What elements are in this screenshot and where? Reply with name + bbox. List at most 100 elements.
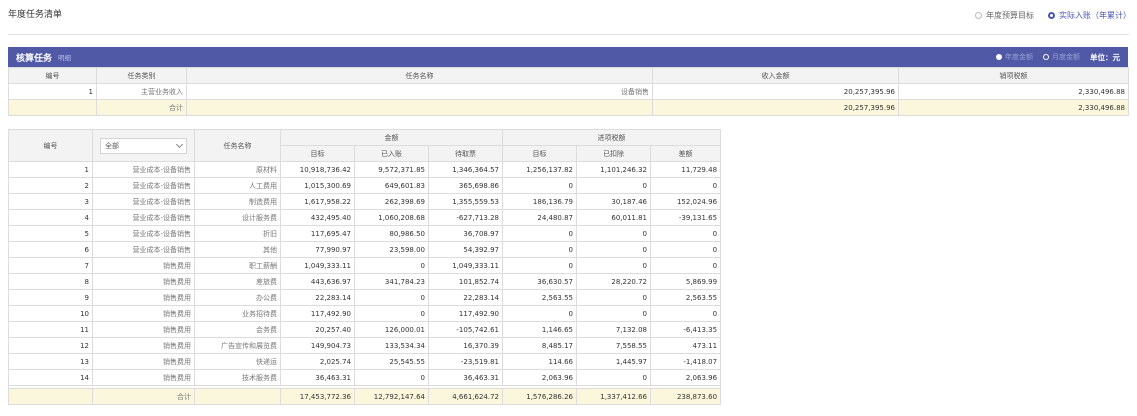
cell-name: 差旅费 (194, 273, 281, 290)
table-row[interactable]: 12 销售费用 广告宣传和展览费 149,904.73 133,534.34 16,370… (8, 337, 722, 354)
cell-value: 1,256,137.82 (502, 161, 577, 178)
cell-value: 1,015,300.69 (280, 177, 355, 194)
table-row[interactable]: 2 营业成本-设备销售 人工费用 1,015,300.69 649,601.83 365,… (8, 177, 722, 194)
table-row[interactable]: 10 销售费用 业务招待费 117,492.90 0 117,492.90 0 0 0 (8, 305, 722, 322)
col-header: 差额 (649, 145, 722, 162)
cell-category: 销售费用 (92, 321, 195, 338)
total-income: 20,257,395.96 (652, 99, 899, 116)
cell-name: 技术服务费 (194, 369, 281, 386)
cell-value: 0 (502, 305, 577, 322)
cell-value: 0 (576, 241, 651, 258)
section-title: 核算任务 (16, 53, 53, 64)
table-row[interactable]: 4 营业成本-设备销售 设计服务费 432,495.40 1,060,208.68 -62… (8, 209, 722, 226)
cell-value: 443,636.97 (280, 273, 355, 290)
category-filter-select[interactable]: 全部 (100, 137, 187, 154)
cell-no: 4 (8, 209, 93, 226)
cell-value: 0 (354, 305, 429, 322)
table-row[interactable]: 11 销售费用 会务费 20,257.40 126,000.01 -105,742.61 1… (8, 321, 722, 338)
cell-name: 办公费 (194, 289, 281, 306)
cell-value: 0 (354, 369, 429, 386)
cell-value: 152,024.96 (649, 193, 722, 210)
filter-value: 全部 (105, 141, 119, 150)
cell-value: 341,784.23 (354, 273, 429, 290)
cell-value: 117,695.47 (280, 225, 355, 242)
total-value: 17,453,772.36 (280, 388, 355, 405)
cell-value: 36,463.31 (280, 369, 355, 386)
table-row[interactable]: 5 营业成本-设备销售 折旧 117,695.47 80,986.50 36,708.97… (8, 225, 722, 242)
cell-empty (186, 99, 653, 116)
cell-value: 1,060,208.68 (354, 209, 429, 226)
cell-no: 3 (8, 193, 93, 210)
cell-no: 10 (8, 305, 93, 322)
table-row[interactable]: 13 销售费用 快递运 2,025.74 25,545.55 -23,519.81 114.… (8, 353, 722, 370)
cell-value: 114.66 (502, 353, 577, 370)
cell-value: 262,398.69 (354, 193, 429, 210)
amount-switch: 年度金额 月度金额 单位：元 (996, 52, 1120, 63)
cell-empty (194, 388, 281, 405)
table-row[interactable]: 1 营业成本-设备销售 原材料 10,918,736.42 9,572,371.85 1,… (8, 161, 722, 178)
table-row[interactable]: 8 销售费用 差旅费 443,636.97 341,784.23 101,852.74 36… (8, 273, 722, 290)
cell-value: 2,563.55 (502, 289, 577, 306)
total-value: 4,661,624.72 (428, 388, 503, 405)
page-title: 年度任务清单 (8, 10, 63, 20)
total-value: 12,792,147.64 (354, 388, 429, 405)
table-row[interactable]: 14 销售费用 技术服务费 36,463.31 0 36,463.31 2,063.96 0 2… (8, 369, 722, 386)
cost-table-body: 1 营业成本-设备销售 原材料 10,918,736.42 9,572,371.85 1,… (7, 161, 722, 405)
table-row[interactable]: 6 营业成本-设备销售 其他 77,990.97 23,598.00 54,392.97 0… (8, 241, 722, 258)
table-row[interactable]: 3 营业成本-设备销售 制造费用 1,617,958.22 262,398.69 1,35… (8, 193, 722, 210)
section-subtitle: 明细 (58, 54, 72, 62)
view-option-actual[interactable]: 实际入账（年累计） (1048, 10, 1131, 21)
col-header: 收入金额 (652, 67, 899, 84)
amount-option-year[interactable]: 年度金额 (996, 52, 1033, 62)
cell-value: 0 (649, 305, 722, 322)
cell-name: 设备销售 (186, 83, 653, 100)
cell-category: 营业成本-设备销售 (92, 193, 195, 210)
cell-value: 1,146.65 (502, 321, 577, 338)
col-header: 已扣除 (576, 145, 651, 162)
cell-name: 快递运 (194, 353, 281, 370)
cell-no: 8 (8, 273, 93, 290)
cell-value: 54,392.97 (428, 241, 503, 258)
divider (8, 34, 1129, 35)
col-header: 目标 (502, 145, 577, 162)
cell-value: 0 (649, 241, 722, 258)
amount-option-month[interactable]: 月度金额 (1043, 52, 1080, 62)
cell-value: 36,463.31 (428, 369, 503, 386)
cell-value: 0 (576, 257, 651, 274)
cell-value: -1,418.07 (649, 353, 722, 370)
total-row: 合计 17,453,772.36 12,792,147.64 4,661,624.72… (8, 388, 722, 405)
table-row[interactable]: 7 销售费用 职工薪酬 1,049,333.11 0 1,049,333.11 0 0 0 (8, 257, 722, 274)
cell-value: 2,025.74 (280, 353, 355, 370)
view-option-label: 年度预算目标 (986, 11, 1034, 20)
cell-value: 7,558.55 (576, 337, 651, 354)
view-option-budget[interactable]: 年度预算目标 (975, 10, 1034, 21)
cell-no: 5 (8, 225, 93, 242)
cell-no: 9 (8, 289, 93, 306)
cell-category: 销售费用 (92, 337, 195, 354)
cell-category: 营业成本-设备销售 (92, 177, 195, 194)
table-header-row: 编号 任务类别 任务名称 收入金额 销项税额 (8, 67, 1129, 84)
unit-label: 单位：元 (1090, 52, 1120, 62)
cell-value: 1,617,958.22 (280, 193, 355, 210)
cell-value: 0 (576, 225, 651, 242)
total-value: 1,576,286.26 (502, 388, 577, 405)
cell-value: 24,480.87 (502, 209, 577, 226)
cell-value: 0 (502, 241, 577, 258)
cell-value: 432,495.40 (280, 209, 355, 226)
radio-icon (975, 12, 982, 19)
cell-value: 1,049,333.11 (428, 257, 503, 274)
table-row[interactable]: 9 销售费用 办公费 22,283.14 0 22,283.14 2,563.55 0 2,56… (8, 289, 722, 306)
cell-category: 主营业务收入 (96, 83, 187, 100)
cell-no: 14 (8, 369, 93, 386)
cell-value: 149,904.73 (280, 337, 355, 354)
cell-value: 23,598.00 (354, 241, 429, 258)
cell-value: 0 (576, 289, 651, 306)
cell-category: 营业成本-设备销售 (92, 241, 195, 258)
cell-value: 16,370.39 (428, 337, 503, 354)
cell-value: 0 (354, 289, 429, 306)
cell-value: 20,257.40 (280, 321, 355, 338)
table-row[interactable]: 1 主营业务收入 设备销售 20,257,395.96 2,330,496.88 (8, 83, 1129, 100)
cell-value: 0 (649, 225, 722, 242)
col-header: 待取票 (428, 145, 503, 162)
cell-name: 其他 (194, 241, 281, 258)
